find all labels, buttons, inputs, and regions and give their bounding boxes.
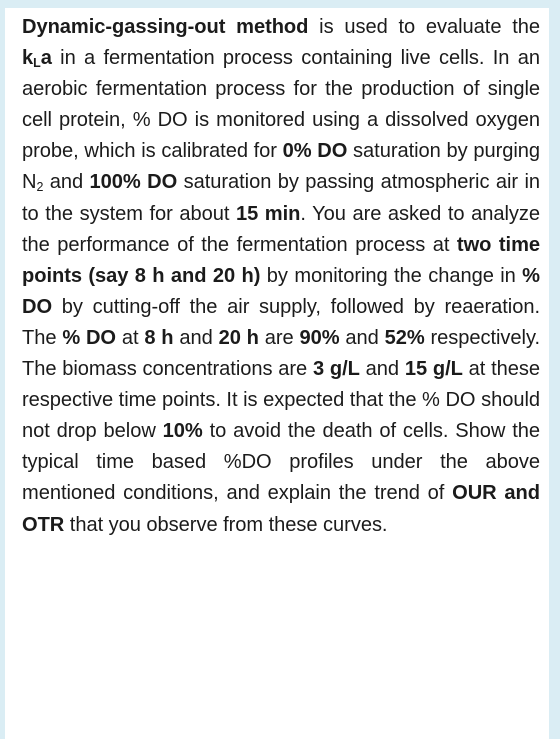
text-run-26: and xyxy=(339,326,385,349)
text-biomass-fifteen-gl: 15 g/L xyxy=(404,358,463,381)
text-run-20: at xyxy=(116,326,145,349)
text-hundred-percent-do: 100% DO xyxy=(89,171,178,194)
text-run-30: and xyxy=(359,358,405,381)
text-kla-subscript-l: L xyxy=(33,56,41,71)
text-kla-term: kLa xyxy=(22,47,52,69)
text-fifteen-min: 15 min xyxy=(235,202,301,225)
text-ten-percent: 10% xyxy=(162,420,203,443)
text-zero-percent-do: 0% DO xyxy=(282,140,348,163)
document-page: Dynamic-gassing-out method is used to ev… xyxy=(0,0,560,739)
text-percent-do-second: % DO xyxy=(62,326,116,349)
text-run-16: by monitoring the change in xyxy=(260,264,523,287)
text-run-02: is used to evaluate the xyxy=(308,16,540,38)
text-run-24: are xyxy=(258,326,300,349)
page-border-band-top xyxy=(0,0,560,8)
text-run-36: that you observe from these curves. xyxy=(64,513,388,536)
text-biomass-three-gl: 3 g/L xyxy=(312,358,360,381)
text-eight-hours: 8 h xyxy=(144,326,174,349)
page-border-band-left xyxy=(0,0,5,739)
document-text-body: Dynamic-gassing-out method is used to ev… xyxy=(22,12,540,732)
text-kla-a: a xyxy=(40,47,52,70)
problem-statement-paragraph: Dynamic-gassing-out method is used to ev… xyxy=(22,12,540,541)
text-kla-k: k xyxy=(22,47,34,70)
text-method-name: Dynamic-gassing-out method xyxy=(22,16,309,38)
text-ninety-percent: 90% xyxy=(299,326,340,349)
page-border-band-right xyxy=(549,0,560,739)
text-twenty-hours: 20 h xyxy=(218,326,259,349)
text-run-22: and xyxy=(173,326,219,349)
text-run-10: and xyxy=(43,171,90,194)
text-fiftytwo-percent: 52% xyxy=(384,326,425,349)
